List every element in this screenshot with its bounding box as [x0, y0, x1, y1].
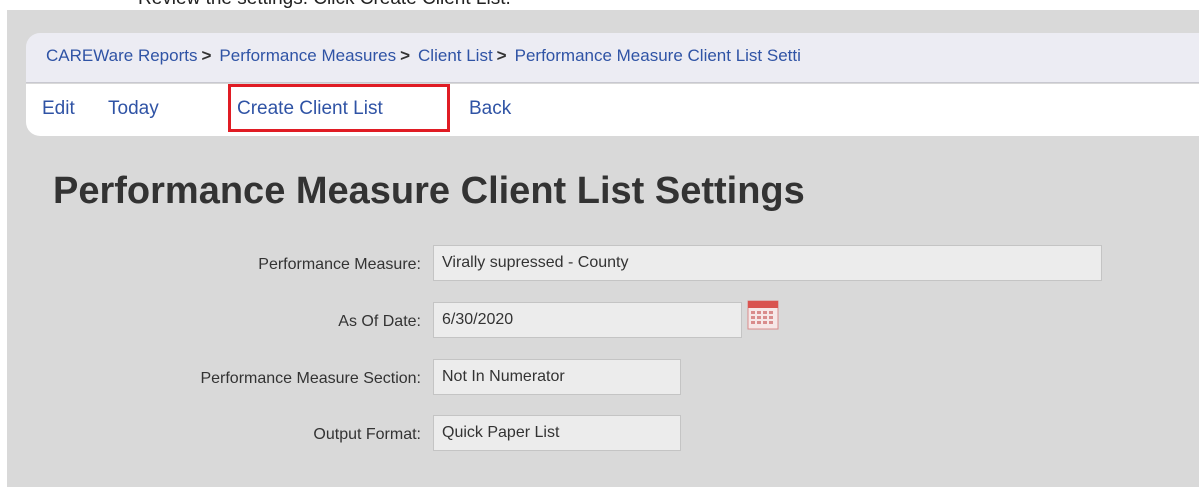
breadcrumb: CAREWare Reports > Performance Measures > Cl…: [46, 46, 801, 66]
breadcrumb-performance-measures[interactable]: Performance Measures: [219, 46, 396, 65]
careware-app: CAREWare Reports > Performance Measures > Cl…: [7, 10, 1199, 487]
breadcrumb-client-list[interactable]: Client List: [418, 46, 493, 65]
output-format-label: Output Format:: [313, 426, 421, 443]
performance-measure-section-label: Performance Measure Section:: [200, 370, 421, 387]
edit-link[interactable]: Edit: [42, 98, 75, 120]
breadcrumb-separator: >: [201, 46, 212, 65]
breadcrumb-careware-reports[interactable]: CAREWare Reports: [46, 46, 197, 65]
breadcrumb-current-page[interactable]: Performance Measure Client List Setti: [515, 46, 801, 65]
output-format-field[interactable]: Quick Paper List: [433, 415, 681, 451]
back-link[interactable]: Back: [469, 98, 511, 120]
today-link[interactable]: Today: [108, 98, 159, 120]
page-title: Performance Measure Client List Settings: [53, 170, 805, 212]
instruction-text-strip: Review the settings. Click Create Client…: [0, 0, 1199, 10]
breadcrumb-separator: >: [496, 46, 507, 65]
create-client-list-link[interactable]: Create Client List: [237, 98, 383, 120]
action-menu-bar: Edit Today Create Client List Back: [26, 84, 1199, 136]
breadcrumb-bar: CAREWare Reports > Performance Measures > Cl…: [26, 33, 1199, 83]
performance-measure-field[interactable]: Virally supressed - County: [433, 245, 1102, 281]
instruction-text: Review the settings. Click Create Client…: [138, 0, 511, 10]
performance-measure-section-field[interactable]: Not In Numerator: [433, 359, 681, 395]
breadcrumb-separator: >: [400, 46, 411, 65]
calendar-icon[interactable]: [747, 300, 779, 330]
performance-measure-label: Performance Measure:: [258, 256, 421, 273]
as-of-date-label: As Of Date:: [338, 313, 421, 330]
as-of-date-field[interactable]: 6/30/2020: [433, 302, 742, 338]
